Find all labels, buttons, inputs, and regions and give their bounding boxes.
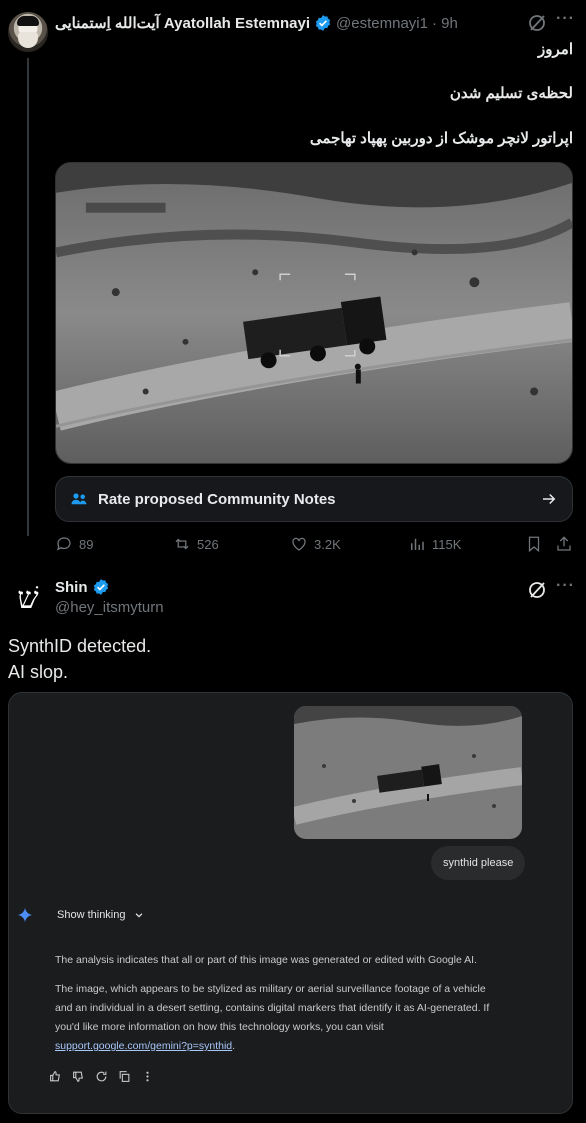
thread-line: [27, 58, 29, 536]
thumbs-down-icon[interactable]: [72, 1070, 85, 1083]
reply-icon: [57, 537, 71, 551]
reply-count: 89: [79, 536, 94, 552]
handle[interactable]: @estemnayi1: [336, 15, 428, 32]
handle[interactable]: @hey_itsmyturn: [55, 599, 164, 616]
tweet-header: آیت‌الله اِستمنایی Ayatollah Estemnayi @…: [55, 12, 458, 34]
regenerate-icon[interactable]: [95, 1070, 108, 1083]
response-paragraph: The analysis indicates that all or part …: [55, 954, 477, 966]
user-prompt-bubble: synthid please: [431, 846, 526, 880]
show-thinking-toggle[interactable]: Show thinking: [17, 907, 144, 923]
grok-icon[interactable]: [527, 580, 547, 600]
display-name[interactable]: آیت‌الله اِستمنایی Ayatollah Estemnayi: [55, 14, 310, 32]
tweet-text-line: SynthID detected.: [8, 636, 152, 656]
attached-screenshot[interactable]: synthid please Show thinking The analysi…: [8, 692, 573, 1114]
timestamp[interactable]: · 9h: [432, 15, 458, 32]
community-notes-label: Rate proposed Community Notes: [98, 490, 336, 508]
thumbs-up-icon[interactable]: [49, 1070, 62, 1083]
copy-icon[interactable]: [118, 1070, 131, 1083]
tweet-text-line: امروز: [538, 41, 573, 58]
tweet-header: Shin: [55, 578, 110, 596]
tweet-text-line: لحظه‌ی تسلیم شدن: [449, 85, 573, 102]
tweet-actions: 89 526 3.2K 115K: [55, 532, 573, 556]
share-icon[interactable]: [555, 535, 573, 553]
repost-icon: [175, 538, 189, 550]
more-icon[interactable]: ···: [556, 577, 575, 595]
avatar[interactable]: שׁ: [8, 578, 48, 618]
verified-badge-icon: [93, 579, 108, 595]
synthid-link[interactable]: support.google.com/gemini?p=synthid: [55, 1040, 232, 1052]
avatar-glyph: שׁ: [17, 580, 39, 616]
grok-icon[interactable]: [527, 13, 547, 33]
display-name[interactable]: Shin: [55, 579, 88, 596]
repost-count: 526: [197, 536, 219, 552]
show-thinking-label: Show thinking: [57, 909, 126, 921]
reply-button[interactable]: 89: [55, 535, 173, 553]
like-count: 3.2K: [314, 536, 341, 552]
gemini-star-icon: [17, 907, 33, 923]
response-actions: [49, 1070, 154, 1083]
arrow-right-icon: [543, 493, 556, 505]
response-line: and an individual in a desert setting, c…: [55, 1002, 490, 1014]
tweet-text: SynthID detected. AI slop.: [8, 633, 151, 685]
more-icon[interactable]: [141, 1070, 154, 1083]
views-icon: [411, 538, 424, 550]
views-count: 115K: [432, 536, 462, 552]
link-suffix: .: [232, 1040, 236, 1052]
response-paragraph: The image, which appears to be stylized …: [55, 980, 525, 1056]
tweet-text-line: AI slop.: [8, 662, 69, 682]
repost-button[interactable]: 526: [173, 535, 290, 553]
views-button[interactable]: 115K: [408, 535, 525, 553]
like-icon: [292, 537, 306, 551]
tweet-text-line: اپراتور لانچر موشک از دوربین پهپاد تهاجم…: [309, 130, 573, 147]
avatar[interactable]: [8, 12, 48, 52]
community-notes-button[interactable]: Rate proposed Community Notes: [55, 476, 573, 522]
verified-badge-icon: [315, 15, 331, 31]
bookmark-icon[interactable]: [525, 535, 543, 553]
chevron-down-icon: [135, 913, 142, 918]
response-line: you'd like more information on how this …: [55, 1021, 384, 1033]
user-uploaded-image: [294, 706, 522, 839]
tweet-image[interactable]: [55, 162, 573, 464]
like-button[interactable]: 3.2K: [290, 535, 408, 553]
community-notes-icon: [71, 493, 87, 505]
more-icon[interactable]: ···: [556, 10, 575, 28]
response-line: The image, which appears to be stylized …: [55, 983, 486, 995]
